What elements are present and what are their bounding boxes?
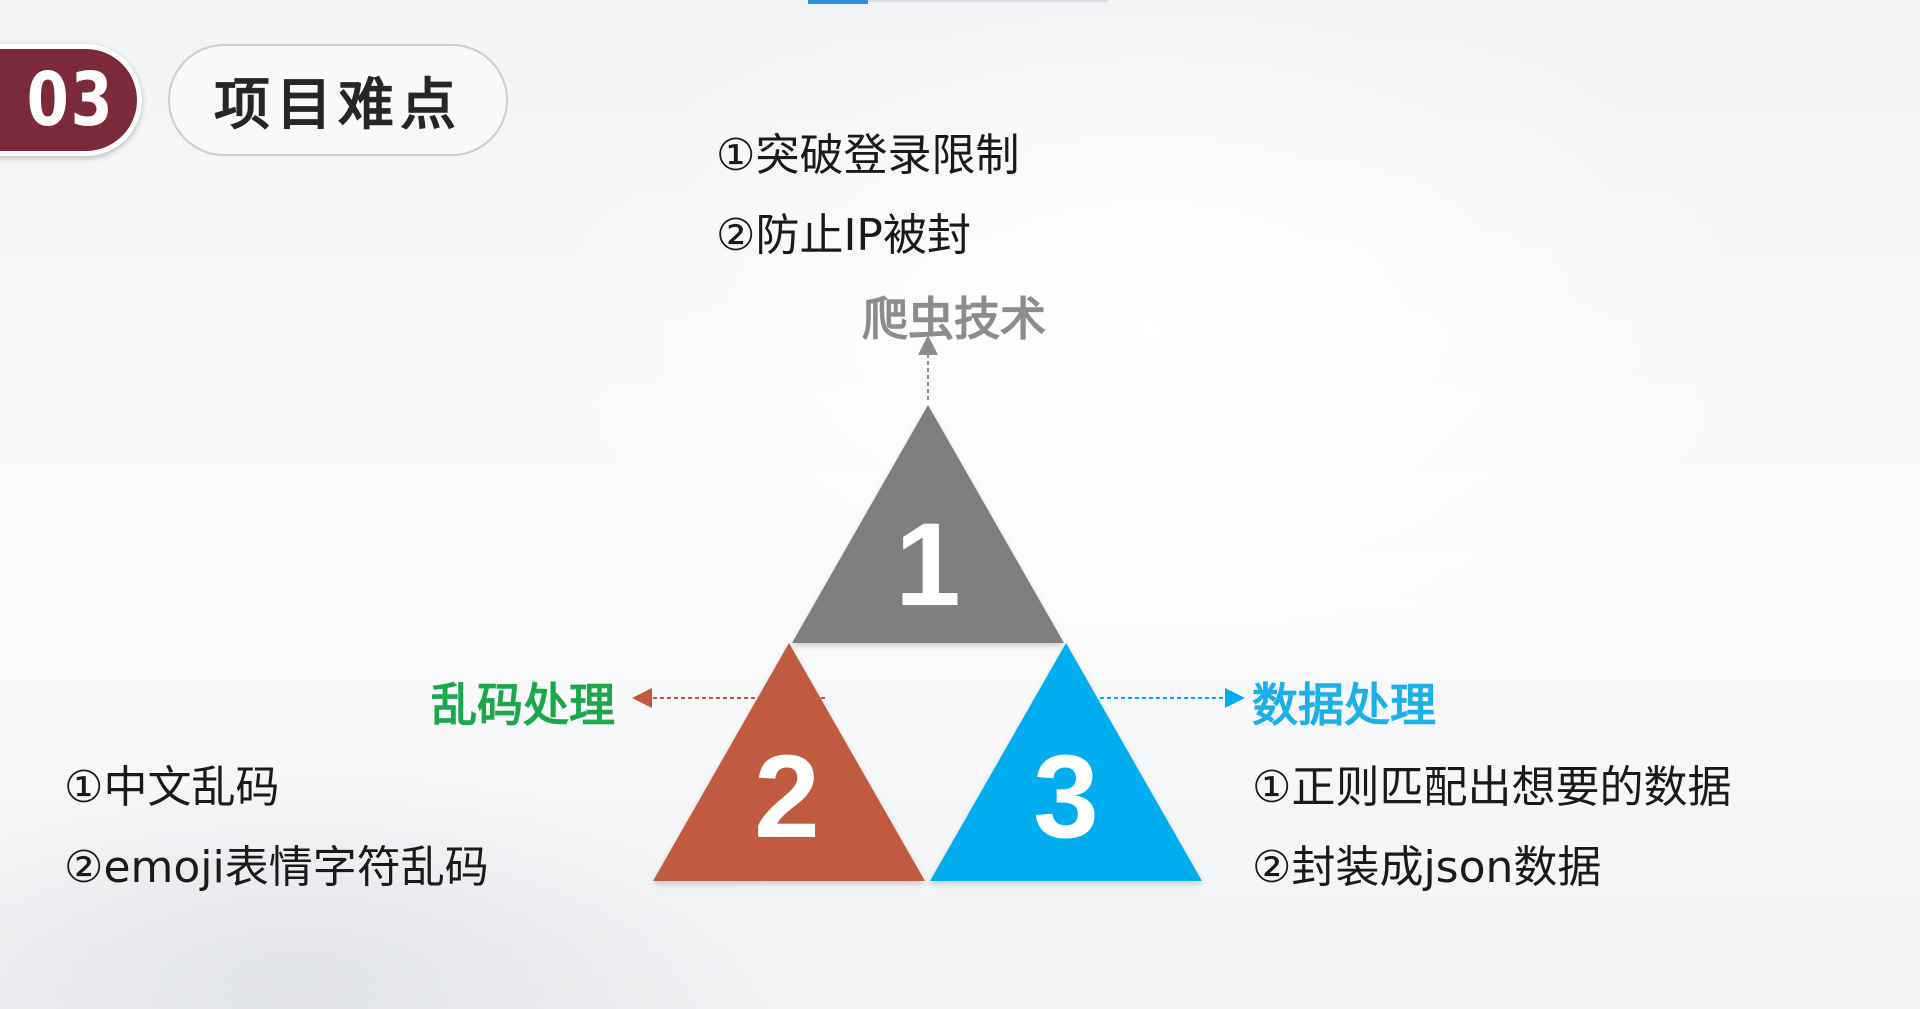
triangle-1-number: 1 [895,499,961,631]
node-2-item-2: ②emoji表情字符乱码 [64,842,489,893]
triangle-3-number: 3 [1033,731,1099,863]
node-1-item-1: ①突破登录限制 [716,130,1020,181]
node-2-heading: 乱码处理 [431,678,615,732]
triangle-2-number: 2 [754,731,820,863]
node-3-item-2: ②封装成json数据 [1252,842,1602,893]
node-1-item-2: ②防止IP被封 [716,210,971,261]
node-2-item-1: ①中文乱码 [64,762,280,813]
node-3-item-1: ①正则匹配出想要的数据 [1252,762,1732,813]
node-3-heading: 数据处理 [1252,678,1436,732]
node-1-heading: 爬虫技术 [862,292,1046,346]
